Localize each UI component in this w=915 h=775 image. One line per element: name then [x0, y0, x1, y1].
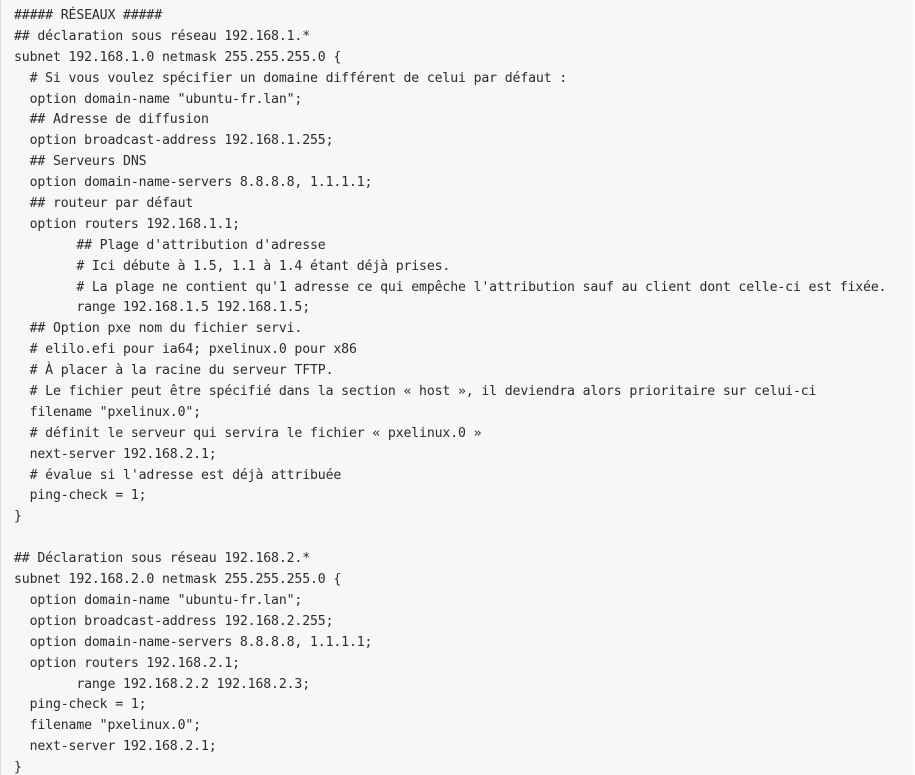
code-line: # Si vous voulez spécifier un domaine di…	[14, 70, 568, 86]
code-line: # définit le serveur qui servira le fich…	[14, 425, 482, 441]
code-line: option broadcast-address 192.168.2.255;	[14, 613, 334, 629]
code-line: range 192.168.1.5 192.168.1.5;	[14, 300, 311, 316]
code-line: }	[14, 760, 22, 775]
code-line: # elilo.efi pour ia64; pxelinux.0 pour x…	[14, 342, 357, 358]
code-line: # La plage ne contient qu'1 adresse ce q…	[14, 279, 887, 295]
code-line: filename "pxelinux.0";	[14, 718, 202, 734]
code-line: filename "pxelinux.0";	[14, 404, 202, 420]
code-line: ## déclaration sous réseau 192.168.1.*	[14, 28, 311, 44]
code-line: # Le fichier peut être spécifié dans la …	[14, 384, 817, 400]
code-line: ## Déclaration sous réseau 192.168.2.*	[14, 551, 311, 567]
code-line: option domain-name-servers 8.8.8.8, 1.1.…	[14, 634, 373, 650]
code-content[interactable]: ##### RÉSEAUX ##### ## déclaration sous r…	[14, 6, 887, 775]
code-line: option routers 192.168.1.1;	[14, 216, 240, 232]
code-line: ## Adresse de diffusion	[14, 112, 209, 128]
code-line: ##### RÉSEAUX #####	[14, 8, 163, 23]
code-line: # À placer à la racine du serveur TFTP.	[14, 363, 334, 379]
code-line: option routers 192.168.2.1;	[14, 655, 240, 671]
code-line: subnet 192.168.2.0 netmask 255.255.255.0…	[14, 572, 342, 588]
code-line: option broadcast-address 192.168.1.255;	[14, 133, 334, 149]
code-line: ## routeur par défaut	[14, 196, 194, 212]
code-line: ping-check = 1;	[14, 697, 147, 713]
code-line: next-server 192.168.2.1;	[14, 446, 217, 462]
code-line: ping-check = 1;	[14, 488, 147, 504]
code-line: option domain-name "ubuntu-fr.lan";	[14, 91, 303, 107]
code-line: ## Serveurs DNS	[14, 154, 147, 170]
code-line: range 192.168.2.2 192.168.2.3;	[14, 676, 311, 692]
code-line: ## Option pxe nom du fichier servi.	[14, 321, 303, 337]
code-line: next-server 192.168.2.1;	[14, 739, 217, 755]
code-line: option domain-name-servers 8.8.8.8, 1.1.…	[14, 175, 373, 191]
code-line: }	[14, 509, 22, 525]
code-line: option domain-name "ubuntu-fr.lan";	[14, 592, 303, 608]
code-line: # évalue si l'adresse est déjà attribuée	[14, 467, 342, 483]
code-line: # Ici débute à 1.5, 1.1 à 1.4 étant déjà…	[14, 258, 451, 274]
code-block[interactable]: ##### RÉSEAUX ##### ## déclaration sous r…	[0, 0, 913, 775]
code-line: ## Plage d'attribution d'adresse	[14, 237, 326, 253]
code-line: subnet 192.168.1.0 netmask 255.255.255.0…	[14, 49, 342, 65]
